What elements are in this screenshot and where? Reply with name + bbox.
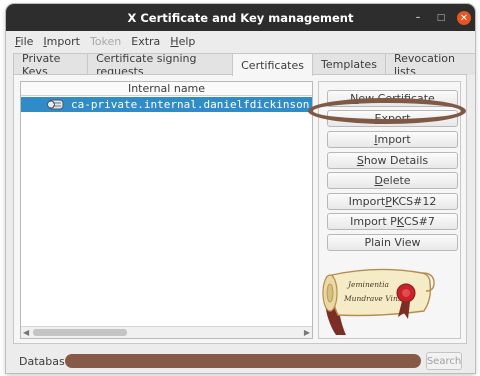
menu-help[interactable]: Help (165, 35, 200, 48)
delete-button[interactable]: Delete (327, 172, 458, 189)
scroll-right-icon[interactable]: ▶ (304, 328, 310, 337)
tab-templates[interactable]: Templates (312, 53, 386, 75)
tab-revocation-lists[interactable]: Revocation lists (384, 52, 475, 78)
tab-certificates[interactable]: Certificates (232, 53, 313, 76)
scrollbar-thumb[interactable] (33, 329, 127, 336)
import-pkcs7-button[interactable]: Import P K CS#7 (327, 213, 458, 230)
redaction-mark (65, 354, 421, 368)
database-label: Database (19, 355, 72, 368)
scroll-left-icon[interactable]: ◀ (23, 328, 29, 337)
tab-bar: Private Keys Certificate signing request… (13, 52, 475, 78)
column-header-internal-name[interactable]: Internal name (21, 82, 312, 96)
minimize-icon[interactable]: – (411, 11, 425, 25)
certificate-name: ca-private.internal.danielfdickinson (71, 98, 310, 111)
menu-token: Token (89, 34, 122, 48)
window-title: X Certificate and Key management (127, 10, 354, 25)
certificate-tree[interactable]: Internal name ca-private.internal.daniel… (20, 81, 313, 339)
title-bar: X Certificate and Key management – □ ✕ (6, 4, 475, 31)
tree-row[interactable]: ca-private.internal.danielfdickinson (21, 97, 312, 112)
menu-extra[interactable]: Extra (126, 35, 165, 48)
tab-certificate-signing-requests[interactable]: Certificate signing requests (87, 52, 234, 78)
menu-import[interactable]: Import (38, 35, 85, 48)
tab-private-keys[interactable]: Private Keys (13, 52, 89, 78)
import-pkcs12-button[interactable]: Import P KCS#12 (327, 193, 458, 210)
import-button[interactable]: Import (327, 131, 458, 148)
show-details-button[interactable]: Show Details (327, 152, 458, 169)
menu-bar: File Import Token Extra Help (6, 31, 475, 51)
search-button[interactable]: Search (426, 352, 462, 370)
svg-text:Mundrave Vins: Mundrave Vins (343, 294, 402, 303)
annotation-ellipse (308, 98, 466, 124)
horizontal-scrollbar[interactable]: ◀ ▶ (21, 326, 312, 338)
svg-text:Jeminentia: Jeminentia (346, 280, 389, 289)
menu-file[interactable]: File (10, 35, 38, 48)
scroll-seal-logo: Jeminentia Mundrave Vins (322, 268, 435, 335)
plain-view-button[interactable]: Plain View (327, 234, 458, 251)
status-bar: Database Search (12, 352, 475, 372)
certificate-icon (47, 99, 64, 110)
maximize-icon[interactable]: □ (434, 11, 448, 25)
close-icon[interactable]: ✕ (457, 11, 471, 25)
